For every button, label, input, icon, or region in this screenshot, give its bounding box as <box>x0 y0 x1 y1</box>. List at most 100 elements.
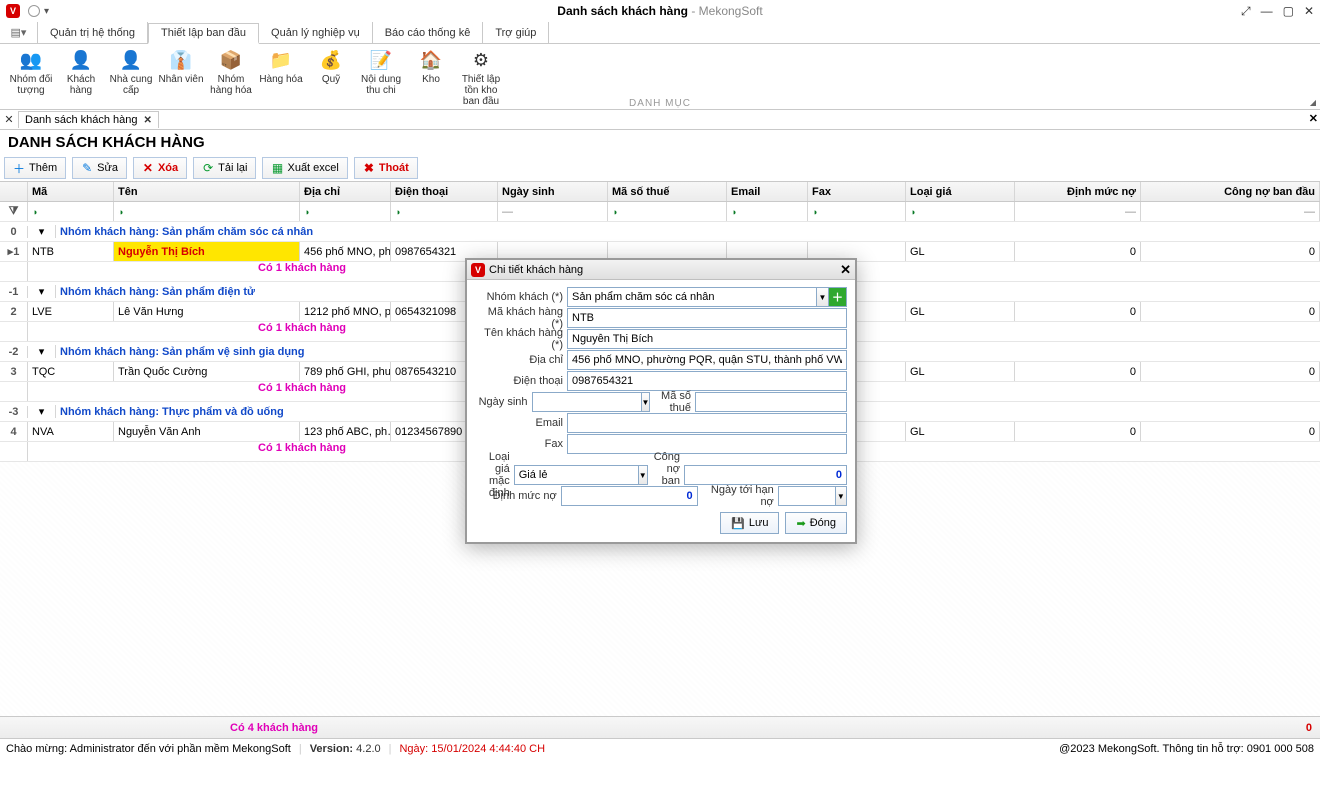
tab-thietlap[interactable]: Thiết lập ban đầu <box>148 23 259 44</box>
filter-icon[interactable]: ◑ <box>910 207 915 217</box>
col-congno[interactable]: Công nợ ban đầu <box>1141 182 1320 201</box>
close-area-icon[interactable]: ✕ <box>1309 112 1318 125</box>
ribbon-nhân-viên[interactable]: 👔Nhân viên <box>156 48 206 109</box>
dropdown-icon[interactable]: ▼ <box>817 287 829 307</box>
input-email[interactable] <box>567 413 847 433</box>
ribbon-icon: 👤 <box>69 48 93 72</box>
input-ma[interactable] <box>567 308 847 328</box>
add-group-button[interactable]: ＋ <box>829 287 847 307</box>
ribbon-hàng-hóa[interactable]: 📁Hàng hóa <box>256 48 306 109</box>
ribbon-nhóm-đối-tượng[interactable]: 👥Nhóm đối tượng <box>6 48 56 109</box>
them-button[interactable]: ＋Thêm <box>4 157 66 179</box>
col-loaigia[interactable]: Loại giá <box>906 182 1015 201</box>
filter-icon[interactable]: ◑ <box>32 207 37 217</box>
input-loaigia[interactable] <box>514 465 639 485</box>
collapse-icon[interactable]: ▾ <box>28 345 56 358</box>
input-dmn[interactable] <box>561 486 698 506</box>
collapse-icon[interactable]: ▾ <box>28 405 56 418</box>
xoa-button[interactable]: ✕Xóa <box>133 157 187 179</box>
luu-button[interactable]: 💾Lưu <box>720 512 779 534</box>
collapse-icon[interactable]: ▾ <box>28 225 56 238</box>
ribbon-thiết-lập-tồn-kho-ban-đầu[interactable]: ⚙Thiết lập tồn kho ban đầu <box>456 48 506 109</box>
thoat-button[interactable]: ✖Thoát <box>354 157 418 179</box>
quickaccess-icon[interactable] <box>28 5 40 17</box>
ribbon-expand-icon[interactable]: ◢ <box>1310 98 1316 107</box>
input-nthn[interactable] <box>778 486 836 506</box>
grid-header-row: Mã Tên Địa chỉ Điện thoại Ngày sinh Mã s… <box>0 182 1320 202</box>
ribbon-nội-dung-thu-chi[interactable]: 📝Nội dung thu chi <box>356 48 406 109</box>
col-ten[interactable]: Tên <box>114 182 300 201</box>
ribbon-khách-hàng[interactable]: 👤Khách hàng <box>56 48 106 109</box>
tab-quantri[interactable]: Quản trị hệ thống <box>38 22 148 43</box>
edit-icon: ✎ <box>81 162 93 174</box>
filter-icon[interactable]: ◑ <box>304 207 309 217</box>
filter-icon[interactable]: ◑ <box>731 207 736 217</box>
col-diachi[interactable]: Địa chỉ <box>300 182 391 201</box>
close-tab-icon[interactable]: ✕ <box>144 115 152 126</box>
nthn-dropdown-icon[interactable]: ▼ <box>836 486 847 506</box>
ribbon-quỹ[interactable]: 💰Quỹ <box>306 48 356 109</box>
collapse-icon[interactable]: ▾ <box>28 285 56 298</box>
date-dropdown-icon[interactable]: ▼ <box>642 392 651 412</box>
ribbon-icon: 👥 <box>19 48 43 72</box>
tab-baocao[interactable]: Báo cáo thống kê <box>373 22 484 43</box>
footer-count: Có 4 khách hàng <box>0 722 318 734</box>
col-ngaysinh[interactable]: Ngày sinh <box>498 182 608 201</box>
close-all-tabs-icon[interactable]: ✕ <box>0 113 18 126</box>
label-diachi: Địa chỉ <box>475 354 567 366</box>
col-dinhmucno[interactable]: Định mức nợ <box>1015 182 1141 201</box>
label-nthn: Ngày tới hạn nợ <box>698 484 778 508</box>
dialog-close-icon[interactable]: ✕ <box>840 262 851 278</box>
maximize-icon[interactable]: ▢ <box>1283 4 1294 19</box>
dong-button[interactable]: ➡Đóng <box>785 512 847 534</box>
dialog-title: Chi tiết khách hàng <box>489 264 583 276</box>
input-dt[interactable] <box>567 371 847 391</box>
col-dienthoai[interactable]: Điện thoại <box>391 182 498 201</box>
col-masothue[interactable]: Mã số thuế <box>608 182 727 201</box>
input-cnbd[interactable] <box>684 465 847 485</box>
xuatexcel-button[interactable]: ▦Xuất excel <box>262 157 347 179</box>
ribbon-nhóm-hàng-hóa[interactable]: 📦Nhóm hàng hóa <box>206 48 256 109</box>
loaigia-dropdown-icon[interactable]: ▼ <box>639 465 648 485</box>
customer-detail-dialog: V Chi tiết khách hàng ✕ Nhóm khách (*) ▼… <box>465 258 857 544</box>
col-email[interactable]: Email <box>727 182 808 201</box>
filter-icon[interactable]: ◑ <box>612 207 617 217</box>
input-nhomkhach[interactable] <box>567 287 817 307</box>
col-fax[interactable]: Fax <box>808 182 906 201</box>
input-fax[interactable] <box>567 434 847 454</box>
input-ten[interactable] <box>567 329 847 349</box>
tailai-button[interactable]: ⟳Tải lại <box>193 157 256 179</box>
ribbon-nhà-cung-cấp[interactable]: 👤Nhà cung cấp <box>106 48 156 109</box>
ribbon-icon: 📁 <box>269 48 293 72</box>
filter-icon[interactable]: ◑ <box>395 207 400 217</box>
filter-icon[interactable]: ◑ <box>812 207 817 217</box>
label-dt: Điện thoại <box>475 375 567 387</box>
label-mst: Mã số thuế <box>650 390 695 414</box>
filter-icon[interactable]: ◑ <box>118 207 123 217</box>
ribbon-kho[interactable]: 🏠Kho <box>406 48 456 109</box>
col-ma[interactable]: Mã <box>28 182 114 201</box>
tab-quanly[interactable]: Quản lý nghiệp vụ <box>259 22 373 43</box>
ribbon: 👥Nhóm đối tượng👤Khách hàng👤Nhà cung cấp👔… <box>0 44 1320 110</box>
ribbon-icon: 💰 <box>319 48 343 72</box>
tab-trogiup[interactable]: Trợ giúp <box>483 22 549 43</box>
close-window-icon[interactable]: ✕ <box>1304 4 1314 19</box>
ribbon-icon: 📝 <box>369 48 393 72</box>
input-mst[interactable] <box>695 392 847 412</box>
file-menu-icon[interactable]: ▤▾ <box>0 22 38 43</box>
minimize-icon[interactable]: — <box>1261 4 1273 19</box>
sua-button[interactable]: ✎Sửa <box>72 157 127 179</box>
label-nhomkhach: Nhóm khách (*) <box>475 291 567 303</box>
label-fax: Fax <box>475 438 567 450</box>
input-ngaysinh[interactable] <box>532 392 642 412</box>
delete-icon: ✕ <box>142 162 154 174</box>
reload-icon: ⟳ <box>202 162 214 174</box>
footer-total: 0 <box>1306 722 1312 734</box>
quickaccess-dropdown-icon[interactable]: ▾ <box>44 6 49 17</box>
group-row[interactable]: 0▾Nhóm khách hàng: Sản phẩm chăm sóc cá … <box>0 222 1320 242</box>
doc-tab-khachhang[interactable]: Danh sách khách hàng ✕ <box>18 111 159 128</box>
input-diachi[interactable] <box>567 350 847 370</box>
filter-toggle-icon[interactable]: ⧩ <box>0 202 28 221</box>
expand-icon[interactable]: ⤢ <box>1241 4 1251 19</box>
menu-tabs: ▤▾ Quản trị hệ thống Thiết lập ban đầu Q… <box>0 22 1320 44</box>
